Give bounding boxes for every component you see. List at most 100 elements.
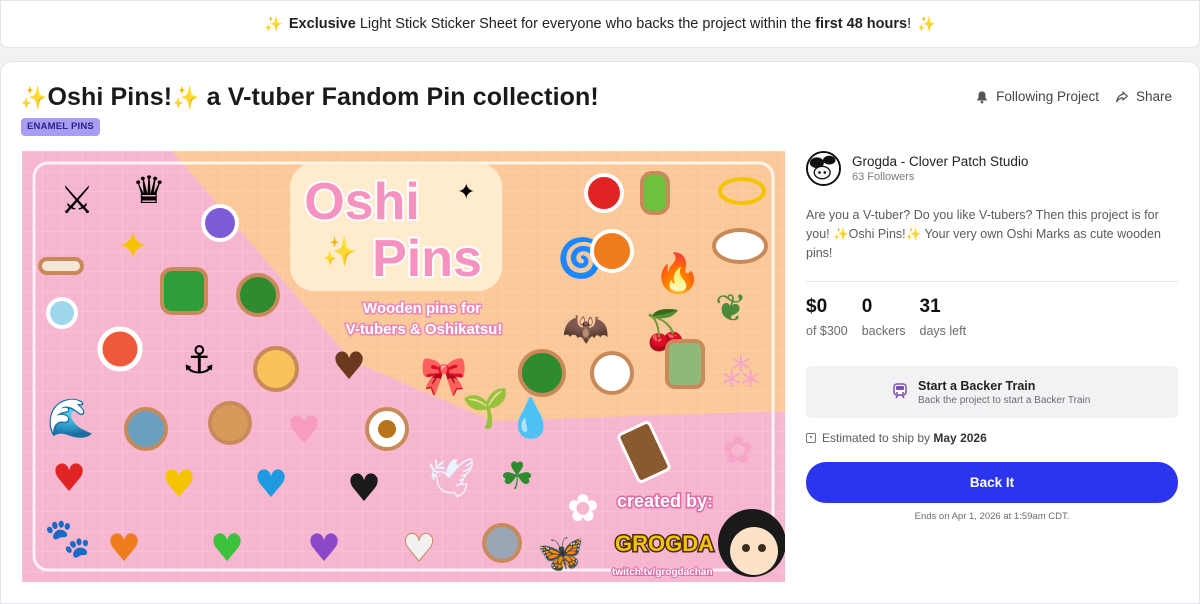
stat-pledged: $0 of $300 (806, 296, 848, 338)
blood-drop-pin-icon: 💧 (507, 396, 554, 440)
backers-count: 0 (861, 296, 873, 317)
sakura-pin-icon: ✿ (722, 428, 754, 472)
sparkle-icon: ✨ (322, 236, 357, 267)
category-tag[interactable]: ENAMEL PINS (21, 118, 100, 136)
sparkle-icon: ✨ (917, 16, 936, 33)
project-hero-image[interactable]: Oshi Pins ✨ ✦ Wooden pins for V-tubers &… (22, 151, 785, 582)
train-title: Start a Backer Train (918, 378, 1036, 393)
train-text: Start a Backer Train Back the project to… (918, 379, 1090, 406)
follow-label: Following Project (996, 89, 1099, 104)
hero-artwork: Oshi Pins ✨ ✦ Wooden pins for V-tubers &… (22, 151, 785, 582)
red-heart-pin-icon: ♥ (52, 456, 86, 500)
sparkle-icon: ✨ (20, 85, 48, 110)
promo-banner: ✨ Exclusive Light Stick Sticker Sheet fo… (0, 0, 1200, 48)
follow-button[interactable]: Following Project (975, 89, 1099, 104)
skull-pin-icon (590, 351, 634, 395)
dog-pin-icon (208, 401, 252, 445)
sparkle-icon: ✨ (172, 85, 200, 110)
shipping-estimate: ▪ Estimated to ship by May 2026 (806, 431, 1178, 445)
daisy-pin-icon: ✿ (567, 486, 599, 530)
artist-avatar-illustration (718, 509, 785, 577)
wings-pin-icon: 🕊 (427, 456, 475, 500)
back-it-button[interactable]: Back It (806, 462, 1178, 503)
chocolate-heart-pin-icon: ♥ (332, 344, 366, 388)
title-main: Oshi Pins! (47, 83, 173, 111)
blue-heart-pin-icon: ♥ (254, 462, 288, 506)
hero-tagline-1: Wooden pins for (363, 300, 481, 317)
stat-backers: 0 backers (862, 296, 906, 338)
shipping-prefix: Estimated to ship by (822, 431, 934, 445)
banner-end-text: ! (907, 16, 912, 32)
days-left-label: days left (919, 324, 967, 338)
sparkle-icon: ✨ (264, 16, 283, 33)
creator-followers: 63 Followers (852, 171, 915, 183)
project-description: Are you a V-tuber? Do you like V-tubers?… (806, 208, 1161, 260)
creator-name[interactable]: Grogda - Clover Patch Studio (852, 154, 1028, 169)
bunny-pin-icon (482, 523, 522, 563)
purple-heart-pin-icon: ♥ (307, 526, 341, 570)
oshi-pins-logo: Oshi Pins ✨ ✦ (290, 163, 502, 291)
paw-pin-icon: 🐾 (44, 516, 91, 560)
dragon-pin-icon (160, 267, 208, 315)
sparkle-icon: ✦ (457, 179, 475, 204)
bat-pin-icon: 🦇 (562, 306, 609, 350)
lifebuoy-pin-icon (97, 326, 143, 372)
caterpillar-pin-icon (640, 171, 670, 215)
train-icon (893, 383, 907, 399)
title-rest: a V-tuber Fandom Pin collection! (199, 83, 599, 111)
matcha-pin-icon (665, 339, 705, 389)
backers-label: backers (861, 324, 906, 338)
fire-pin-icon: 🔥 (654, 251, 701, 295)
creator-avatar[interactable] (806, 151, 841, 186)
stat-days-left: 31 days left (920, 296, 967, 338)
clover-pin-icon: ☘ (500, 454, 534, 498)
share-label: Share (1135, 89, 1172, 104)
pink-heart-pin-icon: ♥ (287, 408, 321, 452)
bell-icon (977, 90, 987, 103)
mushroom-pin-icon (584, 173, 624, 213)
pledged-amount: $0 (806, 296, 828, 317)
artist-url: twitch.tv/grogdachan (612, 567, 713, 578)
banner-hours: first 48 hours (815, 16, 908, 32)
train-subtitle: Back the project to start a Backer Train (918, 394, 1091, 406)
shark-pin-icon (124, 407, 168, 451)
campaign-end-date: Ends on Apr 1, 2026 at 1:59am CDT. (914, 511, 1070, 522)
project-title: ✨Oshi Pins!✨ a V-tuber Fandom Pin collec… (20, 83, 599, 112)
artist-logo: GROGDA (615, 531, 714, 556)
project-actions: Following Project Share (975, 89, 1172, 104)
orange-heart-pin-icon: ♥ (107, 526, 141, 570)
dango-pin-icon: ⁂ (722, 351, 760, 395)
cloud-pin-icon (712, 228, 768, 264)
creator-info[interactable]: Grogda - Clover Patch Studio 63 Follower… (806, 151, 1178, 186)
cat-pin-icon (253, 346, 299, 392)
mushroom-rose-pin-icon (518, 349, 566, 397)
anchor-pin-icon: ⚓ (182, 338, 216, 382)
hero-tagline-2: V-tubers & Oshikatsu! (346, 321, 503, 338)
banner-middle-text: Light Stick Sticker Sheet for everyone w… (355, 16, 816, 32)
green-heart-pin-icon: ♥ (210, 526, 244, 570)
share-button[interactable]: Share (1115, 89, 1172, 104)
fox-pin-icon (590, 229, 634, 273)
share-icon (1116, 91, 1128, 102)
funding-stats: $0 of $300 0 backers 31 days left (806, 296, 1178, 338)
white-heart-pin-icon: ♥ (402, 526, 436, 570)
crystal-ball-pin-icon (201, 204, 239, 242)
swords-pin-icon: ⚔ (60, 178, 94, 222)
eye-iris (378, 420, 396, 438)
cow-avatar-icon (808, 153, 839, 184)
sparkle-pin-icon: ✦ (117, 224, 149, 268)
black-heart-pin-icon: ♥ (347, 466, 381, 510)
sprout-pin-icon: 🌱 (462, 386, 509, 430)
project-sidebar: Grogda - Clover Patch Studio 63 Follower… (806, 151, 1178, 522)
wave-pin-icon: 🌊 (47, 396, 94, 440)
shipping-date: May 2026 (933, 431, 987, 445)
backer-train-button[interactable]: Start a Backer Train Back the project to… (806, 366, 1178, 418)
butterfly-pin-icon: 🦋 (537, 531, 584, 575)
banner-exclusive: Exclusive (288, 16, 356, 32)
crown-pin-icon: ♛ (132, 168, 166, 212)
tree-pin-icon (236, 273, 280, 317)
pledged-goal: of $300 (806, 324, 848, 338)
days-left-count: 31 (919, 296, 941, 317)
bubbles-pin-icon (46, 297, 78, 329)
bow-pin-icon: 🎀 (420, 354, 467, 398)
